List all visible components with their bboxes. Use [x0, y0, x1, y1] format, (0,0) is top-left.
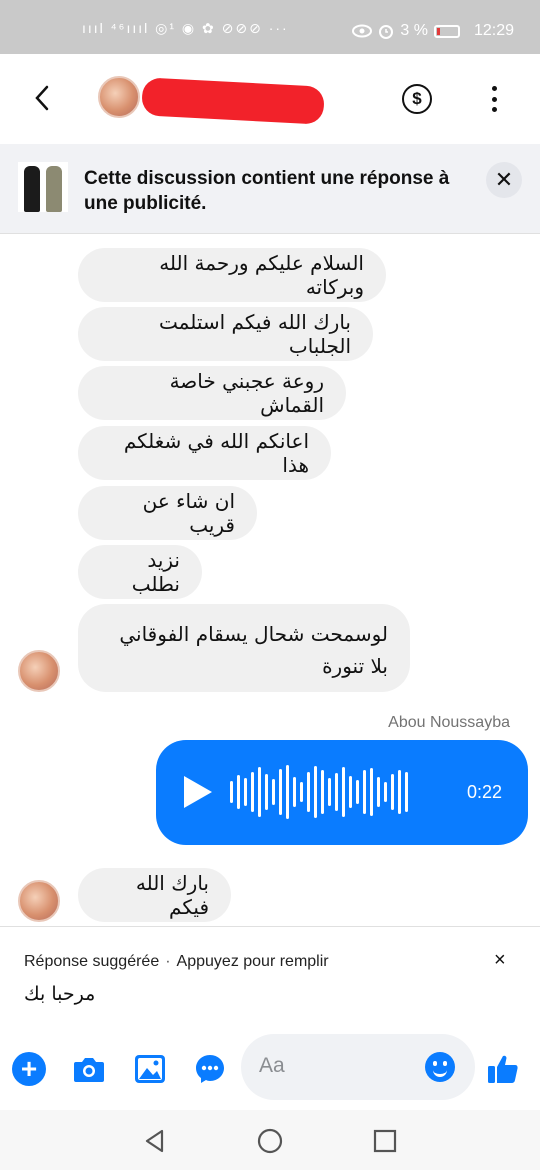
contact-avatar[interactable]: [98, 76, 140, 118]
waveform-bar: [237, 775, 240, 809]
camera-icon[interactable]: [72, 1052, 106, 1086]
system-navigation-bar: [0, 1110, 540, 1170]
waveform-bar: [398, 770, 401, 814]
dollar-icon[interactable]: $: [402, 84, 432, 114]
clock: 12:29: [473, 22, 514, 39]
waveform-bar: [314, 766, 317, 818]
sender-avatar: [18, 650, 60, 692]
message-input-placeholder: Aa: [259, 1054, 285, 1077]
emoji-icon[interactable]: [425, 1052, 455, 1082]
suggested-reply-text[interactable]: مرحبا بك: [24, 983, 95, 1005]
suggested-reply-header: Réponse suggérée · Appuyez pour remplir: [24, 953, 329, 971]
close-icon[interactable]: ✕: [486, 162, 522, 198]
message-bubble[interactable]: لوسمحت شحال يسقام الفوقاني بلا تنورة: [78, 604, 410, 692]
waveform-bar: [342, 767, 345, 817]
suggested-reply-panel[interactable]: Réponse suggérée · Appuyez pour remplir مر…: [0, 926, 540, 1026]
ad-banner-text: Cette discussion contient une réponse à …: [84, 168, 450, 214]
status-icons: ıııl ⁴⁶ıııl ◎¹ ◉ ✿ ⊘⊘⊘ ···: [82, 20, 289, 36]
message-input[interactable]: Aa: [241, 1034, 475, 1100]
plus-icon[interactable]: +: [12, 1052, 46, 1086]
suggested-reply-label: Réponse suggérée: [24, 953, 160, 970]
sender-avatar: [18, 880, 60, 922]
redaction-mark: [141, 77, 325, 125]
chat-header: ... Taqu... $: [0, 54, 540, 144]
waveform-bar: [293, 777, 296, 807]
sender-name: Abou Noussayba: [388, 714, 510, 731]
message-bubble[interactable]: نزيد نطلب: [78, 545, 202, 599]
waveform-bar: [370, 768, 373, 816]
voice-duration: 0:22: [466, 782, 502, 802]
waveform-bar: [279, 769, 282, 815]
waveform-bar: [286, 765, 289, 819]
waveform-bar: [384, 782, 387, 802]
status-right: 3 % 12:29: [352, 22, 514, 40]
close-icon[interactable]: ×: [494, 949, 506, 972]
gallery-icon[interactable]: [133, 1052, 167, 1086]
waveform-bar: [321, 770, 324, 814]
status-bar: ıııl ⁴⁶ıııl ◎¹ ◉ ✿ ⊘⊘⊘ ··· 3 % 12:29: [0, 0, 540, 54]
ad-thumbnail[interactable]: [18, 162, 68, 212]
thumbs-up-icon[interactable]: [486, 1052, 520, 1086]
alarm-icon: [379, 25, 394, 39]
battery-percent: 3 %: [400, 22, 428, 39]
play-icon[interactable]: [184, 776, 212, 808]
message-bubble[interactable]: ان شاء عن قريب: [78, 486, 257, 540]
waveform-bar: [265, 774, 268, 810]
waveform-bar: [363, 770, 366, 814]
separator: ·: [165, 953, 171, 970]
message-bubble[interactable]: السلام عليكم ورحمة الله وبركاته: [78, 248, 386, 302]
waveform-bar: [349, 776, 352, 808]
waveform-bar: [356, 780, 359, 804]
nav-home-icon[interactable]: [257, 1128, 283, 1154]
waveform: [230, 762, 408, 822]
suggested-reply-hint: Appuyez pour remplir: [176, 953, 329, 970]
message-bubble[interactable]: بارك الله فيكم: [78, 868, 231, 922]
ad-banner: Cette discussion contient une réponse à …: [0, 144, 540, 234]
waveform-bar: [272, 779, 275, 805]
nav-back-icon[interactable]: [142, 1128, 168, 1154]
message-bubble[interactable]: بارك الله فيكم استلمت الجلباب: [78, 307, 373, 361]
message-bubble[interactable]: روعة عجبني خاصة القماش: [78, 366, 346, 420]
nav-recents-icon[interactable]: [372, 1128, 398, 1154]
chat-bubble-icon[interactable]: [193, 1052, 227, 1086]
more-vertical-icon[interactable]: [482, 86, 506, 112]
waveform-bar: [391, 774, 394, 810]
waveform-bar: [328, 778, 331, 806]
waveform-bar: [300, 782, 303, 802]
message-bubble[interactable]: اعانكم الله في شغلكم هذا: [78, 426, 331, 480]
eye-icon: [352, 24, 373, 38]
voice-message[interactable]: 0:22: [156, 740, 528, 845]
back-arrow-icon[interactable]: [28, 84, 56, 112]
waveform-bar: [335, 773, 338, 811]
waveform-bar: [377, 777, 380, 807]
waveform-bar: [244, 778, 247, 806]
messenger-chat-screen: ıııl ⁴⁶ıııl ◎¹ ◉ ✿ ⊘⊘⊘ ··· 3 % 12:29 ...…: [0, 0, 540, 1170]
message-composer: + Aa: [0, 1026, 540, 1110]
waveform-bar: [230, 781, 233, 803]
waveform-bar: [307, 772, 310, 812]
waveform-bar: [258, 767, 261, 817]
waveform-bar: [405, 772, 408, 812]
waveform-bar: [251, 772, 254, 812]
battery-icon: [433, 24, 460, 38]
